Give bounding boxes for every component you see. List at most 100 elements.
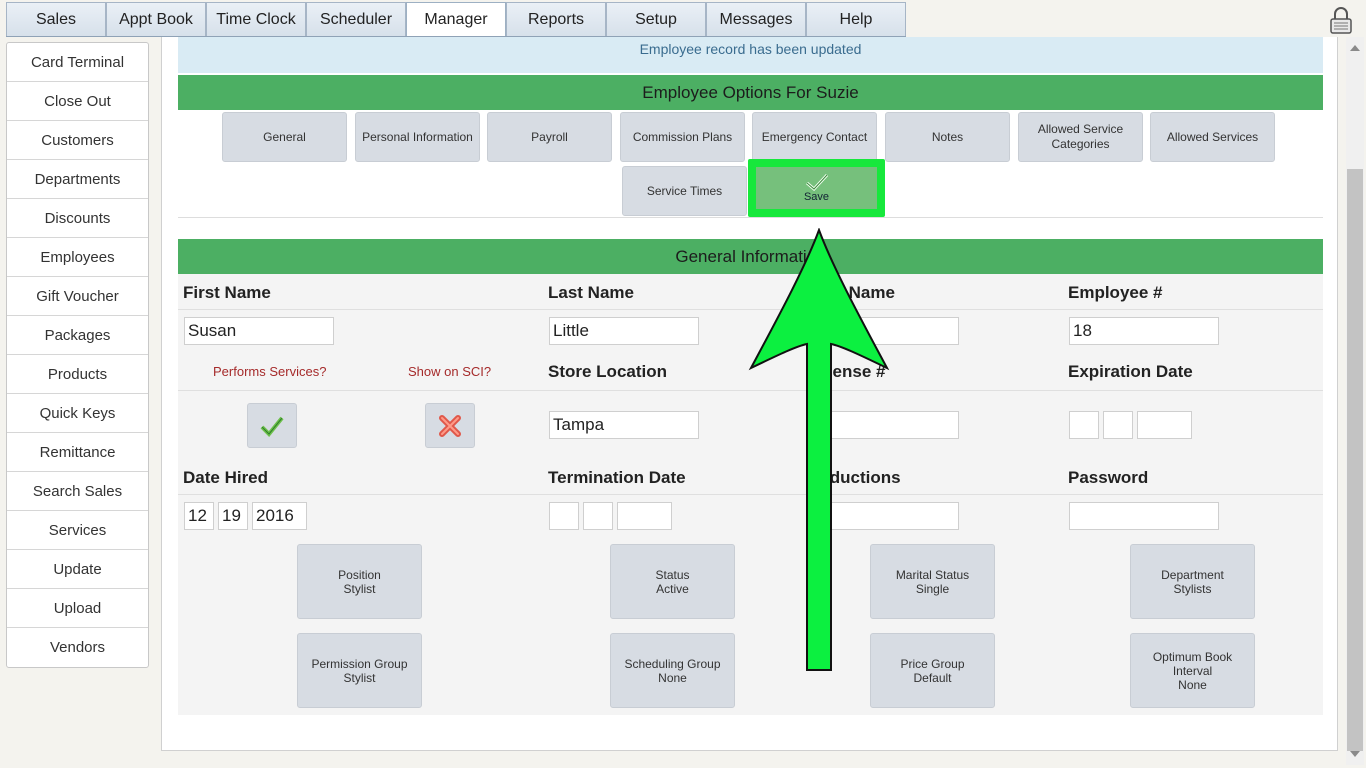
option-notes-button[interactable]: Notes: [885, 112, 1010, 162]
deductions-label: Deductions: [808, 468, 901, 487]
sidebar-item-packages[interactable]: Packages: [7, 316, 148, 355]
general-information-header: General Information: [178, 239, 1323, 274]
optimum-book-interval-value: None: [1178, 677, 1207, 692]
sidebar-item-employees[interactable]: Employees: [7, 238, 148, 277]
sidebar-item-quick-keys[interactable]: Quick Keys: [7, 394, 148, 433]
store-location-label: Store Location: [548, 362, 668, 381]
performs-services-label: Performs Services?: [213, 364, 327, 379]
tab-messages[interactable]: Messages: [706, 2, 806, 37]
price-group-button[interactable]: Price Group Default: [870, 633, 995, 708]
top-tab-bar: Sales Appt Book Time Clock Scheduler Man…: [6, 2, 906, 37]
scheduling-group-value: None: [658, 670, 687, 685]
department-button[interactable]: Department Stylists: [1130, 544, 1255, 619]
position-button[interactable]: Position Stylist: [297, 544, 422, 619]
termination-month-field[interactable]: [549, 502, 579, 530]
scheduling-group-button[interactable]: Scheduling Group None: [610, 633, 735, 708]
last-name-label: Last Name: [548, 283, 634, 302]
employee-number-label: Employee #: [1068, 283, 1163, 302]
sidebar-item-upload[interactable]: Upload: [7, 589, 148, 628]
tab-time-clock[interactable]: Time Clock: [206, 2, 306, 37]
row-divider: [178, 390, 1323, 391]
sidebar-item-products[interactable]: Products: [7, 355, 148, 394]
optimum-book-interval-title: Optimum Book Interval: [1152, 649, 1233, 678]
tab-setup[interactable]: Setup: [606, 2, 706, 37]
date-hired-label: Date Hired: [183, 468, 269, 487]
sidebar-item-discounts[interactable]: Discounts: [7, 199, 148, 238]
lock-icon[interactable]: [1330, 6, 1352, 34]
termination-year-field[interactable]: [617, 502, 672, 530]
status-notice: Employee record has been updated: [178, 37, 1323, 73]
expiration-month-field[interactable]: [1069, 411, 1099, 439]
tab-reports[interactable]: Reports: [506, 2, 606, 37]
option-service-times-button[interactable]: Service Times: [622, 166, 747, 216]
sidebar-item-departments[interactable]: Departments: [7, 160, 148, 199]
date-hired-day-field[interactable]: 19: [218, 502, 248, 530]
nick-name-label: Nick Name: [808, 283, 895, 302]
show-on-sci-toggle[interactable]: [425, 403, 475, 448]
permission-group-value: Stylist: [343, 670, 376, 685]
license-number-label: License #: [808, 362, 886, 381]
sidebar-item-remittance[interactable]: Remittance: [7, 433, 148, 472]
price-group-title: Price Group: [900, 656, 965, 671]
save-button-highlight: Save: [748, 159, 885, 217]
checkmark-icon: [260, 416, 284, 437]
termination-day-field[interactable]: [583, 502, 613, 530]
sidebar-item-search-sales[interactable]: Search Sales: [7, 472, 148, 511]
deductions-field[interactable]: [809, 502, 959, 530]
expiration-day-field[interactable]: [1103, 411, 1133, 439]
license-number-field[interactable]: [809, 411, 959, 439]
store-location-field[interactable]: Tampa: [549, 411, 699, 439]
sidebar-item-close-out[interactable]: Close Out: [7, 82, 148, 121]
password-field[interactable]: [1069, 502, 1219, 530]
manager-sidebar: Card Terminal Close Out Customers Depart…: [6, 42, 149, 668]
tab-help[interactable]: Help: [806, 2, 906, 37]
tab-manager[interactable]: Manager: [406, 2, 506, 37]
option-commission-plans-button[interactable]: Commission Plans: [620, 112, 745, 162]
scrollbar-thumb[interactable]: [1347, 169, 1363, 751]
position-value: Stylist: [343, 581, 376, 596]
sidebar-item-customers[interactable]: Customers: [7, 121, 148, 160]
row-divider: [178, 309, 1323, 310]
marital-status-title: Marital Status: [895, 567, 970, 582]
tab-sales[interactable]: Sales: [6, 2, 106, 37]
row-divider: [178, 494, 1323, 495]
scroll-up-icon[interactable]: [1350, 45, 1360, 51]
tab-appt-book[interactable]: Appt Book: [106, 2, 206, 37]
permission-group-button[interactable]: Permission Group Stylist: [297, 633, 422, 708]
page-scrollbar[interactable]: [1346, 37, 1364, 765]
option-emergency-contact-button[interactable]: Emergency Contact: [752, 112, 877, 162]
employee-number-field[interactable]: 18: [1069, 317, 1219, 345]
employee-main-panel: Employee record has been updated Employe…: [161, 37, 1338, 751]
option-personal-information-button[interactable]: Personal Information: [355, 112, 480, 162]
show-on-sci-label: Show on SCI?: [408, 364, 492, 379]
password-label: Password: [1068, 468, 1149, 487]
tab-scheduler[interactable]: Scheduler: [306, 2, 406, 37]
last-name-field[interactable]: Little: [549, 317, 699, 345]
save-button[interactable]: Save: [756, 167, 877, 209]
option-payroll-button[interactable]: Payroll: [487, 112, 612, 162]
department-title: Department: [1161, 567, 1224, 582]
option-allowed-service-categories-button[interactable]: Allowed Service Categories: [1018, 112, 1143, 162]
first-name-field[interactable]: Susan: [184, 317, 334, 345]
nick-name-field[interactable]: [809, 317, 959, 345]
price-group-value: Default: [913, 670, 952, 685]
marital-status-button[interactable]: Marital Status Single: [870, 544, 995, 619]
expiration-year-field[interactable]: [1137, 411, 1192, 439]
date-hired-year-field[interactable]: 2016: [252, 502, 307, 530]
sidebar-item-update[interactable]: Update: [7, 550, 148, 589]
optimum-book-interval-button[interactable]: Optimum Book Interval None: [1130, 633, 1255, 708]
sidebar-item-gift-voucher[interactable]: Gift Voucher: [7, 277, 148, 316]
option-allowed-services-button[interactable]: Allowed Services: [1150, 112, 1275, 162]
performs-services-toggle[interactable]: [247, 403, 297, 448]
option-general-button[interactable]: General: [222, 112, 347, 162]
sidebar-item-vendors[interactable]: Vendors: [7, 628, 148, 667]
x-icon: [439, 414, 461, 437]
first-name-label: First Name: [183, 283, 271, 302]
status-value: Active: [656, 581, 689, 596]
sidebar-item-card-terminal[interactable]: Card Terminal: [7, 43, 148, 82]
sidebar-item-services[interactable]: Services: [7, 511, 148, 550]
status-button[interactable]: Status Active: [610, 544, 735, 619]
status-title: Status: [655, 567, 690, 582]
date-hired-month-field[interactable]: 12: [184, 502, 214, 530]
scroll-down-icon[interactable]: [1350, 751, 1360, 757]
